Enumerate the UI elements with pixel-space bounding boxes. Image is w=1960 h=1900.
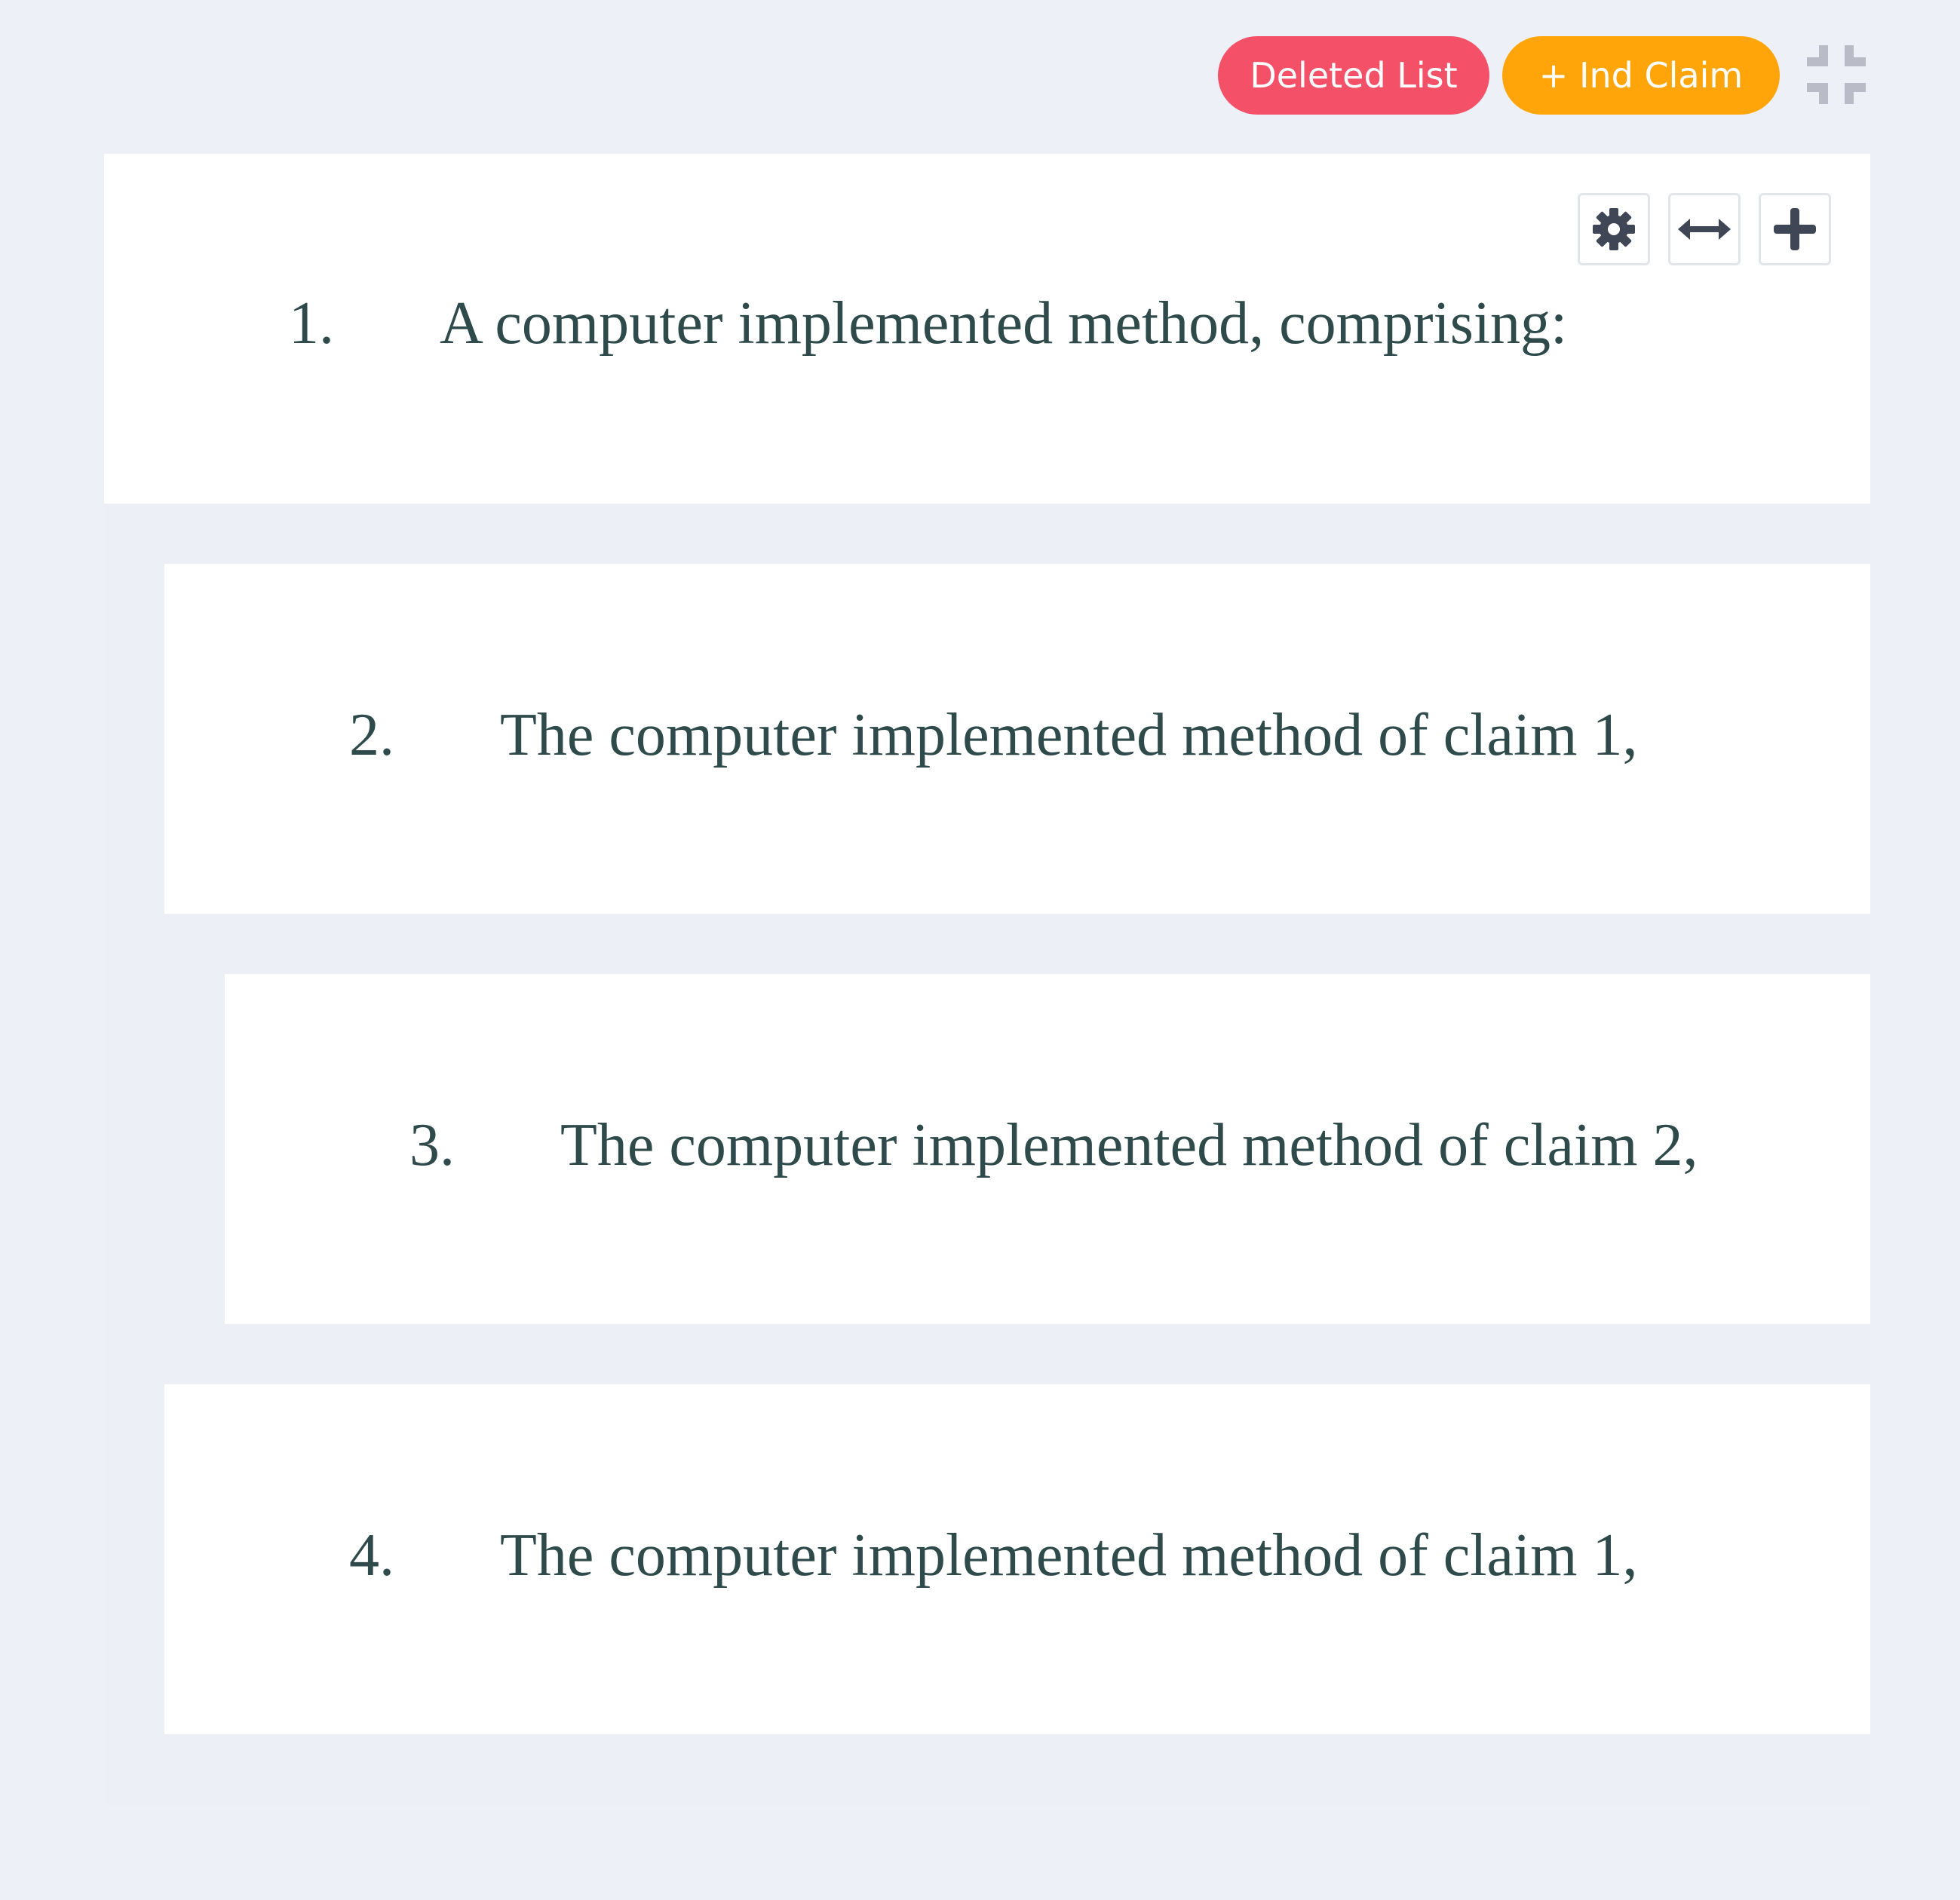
collapse-button[interactable] (1801, 39, 1872, 110)
claim-text: The computer implemented method of claim… (500, 702, 1638, 768)
claim-card-3[interactable]: 3. The computer implemented method of cl… (225, 974, 1870, 1324)
claim-text: A computer implemented method, comprisin… (440, 290, 1568, 357)
claim-card-4[interactable]: 4. The computer implemented method of cl… (164, 1384, 1870, 1734)
claim-card-2[interactable]: 2. The computer implemented method of cl… (164, 564, 1870, 914)
claim-number: 4. (349, 1522, 394, 1589)
claim-content: 2. The computer implemented method of cl… (164, 564, 1870, 914)
collapse-icon (1807, 45, 1866, 104)
claim-content: 1. A computer implemented method, compri… (104, 154, 1870, 504)
top-toolbar: Deleted List + Ind Claim (0, 0, 1960, 151)
claims-tree: 1. A computer implemented method, compri… (104, 154, 1870, 1805)
claim-content: 4. The computer implemented method of cl… (164, 1384, 1870, 1734)
claim-text: The computer implemented method of claim… (560, 1112, 1698, 1178)
claim-text: The computer implemented method of claim… (500, 1522, 1638, 1589)
claim-number: 2. (349, 702, 394, 768)
deleted-list-button[interactable]: Deleted List (1218, 36, 1489, 115)
claim-number: 3. (409, 1112, 455, 1178)
claim-number: 1. (289, 290, 334, 357)
claim-card-1[interactable]: 1. A computer implemented method, compri… (104, 154, 1870, 504)
add-ind-claim-button[interactable]: + Ind Claim (1502, 36, 1780, 115)
claim-content: 3. The computer implemented method of cl… (225, 974, 1870, 1324)
